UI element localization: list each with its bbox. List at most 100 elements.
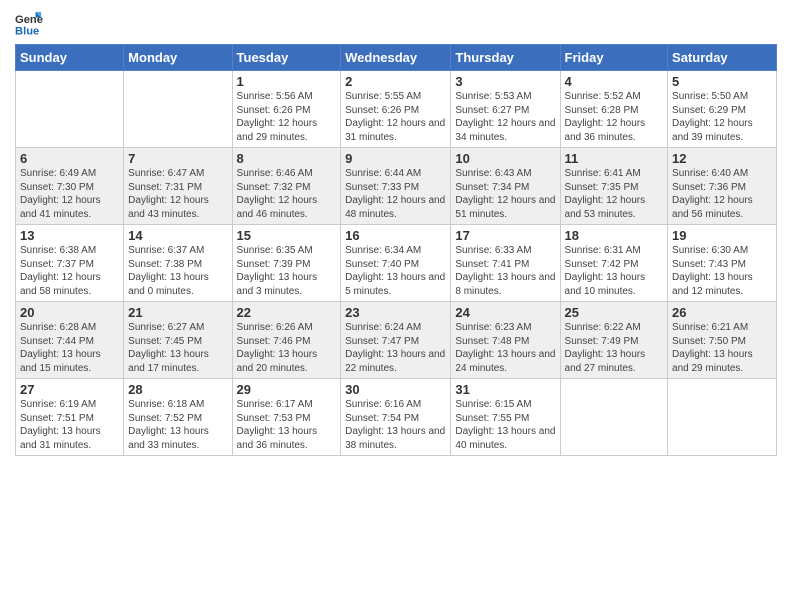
page: General Blue SundayMondayTuesdayWednesda…	[0, 0, 792, 612]
day-info: Sunrise: 5:53 AM Sunset: 6:27 PM Dayligh…	[455, 90, 555, 144]
day-number: 28	[128, 382, 227, 397]
day-info: Sunrise: 6:38 AM Sunset: 7:37 PM Dayligh…	[20, 244, 119, 298]
day-info: Sunrise: 6:21 AM Sunset: 7:50 PM Dayligh…	[672, 321, 772, 375]
day-number: 29	[237, 382, 337, 397]
day-info: Sunrise: 6:31 AM Sunset: 7:42 PM Dayligh…	[565, 244, 664, 298]
calendar-cell: 19Sunrise: 6:30 AM Sunset: 7:43 PM Dayli…	[668, 225, 777, 302]
calendar-cell	[560, 379, 668, 456]
week-row-2: 6Sunrise: 6:49 AM Sunset: 7:30 PM Daylig…	[16, 148, 777, 225]
weekday-header-row: SundayMondayTuesdayWednesdayThursdayFrid…	[16, 45, 777, 71]
day-number: 7	[128, 151, 227, 166]
day-info: Sunrise: 6:18 AM Sunset: 7:52 PM Dayligh…	[128, 398, 227, 452]
day-info: Sunrise: 5:52 AM Sunset: 6:28 PM Dayligh…	[565, 90, 664, 144]
logo-icon: General Blue	[15, 10, 43, 38]
calendar-cell: 12Sunrise: 6:40 AM Sunset: 7:36 PM Dayli…	[668, 148, 777, 225]
day-number: 9	[345, 151, 446, 166]
calendar-cell: 7Sunrise: 6:47 AM Sunset: 7:31 PM Daylig…	[124, 148, 232, 225]
day-number: 17	[455, 228, 555, 243]
day-number: 24	[455, 305, 555, 320]
weekday-sunday: Sunday	[16, 45, 124, 71]
week-row-1: 1Sunrise: 5:56 AM Sunset: 6:26 PM Daylig…	[16, 71, 777, 148]
calendar-cell: 13Sunrise: 6:38 AM Sunset: 7:37 PM Dayli…	[16, 225, 124, 302]
calendar-cell: 23Sunrise: 6:24 AM Sunset: 7:47 PM Dayli…	[341, 302, 451, 379]
day-info: Sunrise: 6:35 AM Sunset: 7:39 PM Dayligh…	[237, 244, 337, 298]
day-info: Sunrise: 6:40 AM Sunset: 7:36 PM Dayligh…	[672, 167, 772, 221]
day-info: Sunrise: 6:33 AM Sunset: 7:41 PM Dayligh…	[455, 244, 555, 298]
calendar-cell: 26Sunrise: 6:21 AM Sunset: 7:50 PM Dayli…	[668, 302, 777, 379]
calendar-cell: 6Sunrise: 6:49 AM Sunset: 7:30 PM Daylig…	[16, 148, 124, 225]
day-number: 12	[672, 151, 772, 166]
calendar-cell	[16, 71, 124, 148]
calendar-cell: 5Sunrise: 5:50 AM Sunset: 6:29 PM Daylig…	[668, 71, 777, 148]
day-number: 20	[20, 305, 119, 320]
calendar-cell: 27Sunrise: 6:19 AM Sunset: 7:51 PM Dayli…	[16, 379, 124, 456]
weekday-monday: Monday	[124, 45, 232, 71]
day-number: 26	[672, 305, 772, 320]
calendar-table: SundayMondayTuesdayWednesdayThursdayFrid…	[15, 44, 777, 456]
day-info: Sunrise: 6:46 AM Sunset: 7:32 PM Dayligh…	[237, 167, 337, 221]
weekday-tuesday: Tuesday	[232, 45, 341, 71]
logo: General Blue	[15, 10, 49, 38]
calendar-cell: 9Sunrise: 6:44 AM Sunset: 7:33 PM Daylig…	[341, 148, 451, 225]
day-number: 31	[455, 382, 555, 397]
day-number: 5	[672, 74, 772, 89]
weekday-wednesday: Wednesday	[341, 45, 451, 71]
calendar-cell: 15Sunrise: 6:35 AM Sunset: 7:39 PM Dayli…	[232, 225, 341, 302]
day-number: 15	[237, 228, 337, 243]
day-info: Sunrise: 6:30 AM Sunset: 7:43 PM Dayligh…	[672, 244, 772, 298]
day-info: Sunrise: 5:56 AM Sunset: 6:26 PM Dayligh…	[237, 90, 337, 144]
day-info: Sunrise: 5:55 AM Sunset: 6:26 PM Dayligh…	[345, 90, 446, 144]
weekday-saturday: Saturday	[668, 45, 777, 71]
calendar-cell: 10Sunrise: 6:43 AM Sunset: 7:34 PM Dayli…	[451, 148, 560, 225]
day-number: 27	[20, 382, 119, 397]
day-number: 8	[237, 151, 337, 166]
calendar-cell: 3Sunrise: 5:53 AM Sunset: 6:27 PM Daylig…	[451, 71, 560, 148]
calendar-cell: 11Sunrise: 6:41 AM Sunset: 7:35 PM Dayli…	[560, 148, 668, 225]
day-info: Sunrise: 6:15 AM Sunset: 7:55 PM Dayligh…	[455, 398, 555, 452]
day-info: Sunrise: 6:27 AM Sunset: 7:45 PM Dayligh…	[128, 321, 227, 375]
day-number: 18	[565, 228, 664, 243]
day-info: Sunrise: 5:50 AM Sunset: 6:29 PM Dayligh…	[672, 90, 772, 144]
day-number: 14	[128, 228, 227, 243]
calendar-cell: 16Sunrise: 6:34 AM Sunset: 7:40 PM Dayli…	[341, 225, 451, 302]
calendar-cell: 22Sunrise: 6:26 AM Sunset: 7:46 PM Dayli…	[232, 302, 341, 379]
day-number: 16	[345, 228, 446, 243]
calendar-cell: 18Sunrise: 6:31 AM Sunset: 7:42 PM Dayli…	[560, 225, 668, 302]
calendar-cell: 21Sunrise: 6:27 AM Sunset: 7:45 PM Dayli…	[124, 302, 232, 379]
calendar-cell: 1Sunrise: 5:56 AM Sunset: 6:26 PM Daylig…	[232, 71, 341, 148]
day-info: Sunrise: 6:16 AM Sunset: 7:54 PM Dayligh…	[345, 398, 446, 452]
day-number: 13	[20, 228, 119, 243]
calendar-cell: 8Sunrise: 6:46 AM Sunset: 7:32 PM Daylig…	[232, 148, 341, 225]
calendar-cell: 25Sunrise: 6:22 AM Sunset: 7:49 PM Dayli…	[560, 302, 668, 379]
day-info: Sunrise: 6:43 AM Sunset: 7:34 PM Dayligh…	[455, 167, 555, 221]
day-number: 4	[565, 74, 664, 89]
day-info: Sunrise: 6:41 AM Sunset: 7:35 PM Dayligh…	[565, 167, 664, 221]
day-number: 1	[237, 74, 337, 89]
day-number: 3	[455, 74, 555, 89]
day-info: Sunrise: 6:22 AM Sunset: 7:49 PM Dayligh…	[565, 321, 664, 375]
day-info: Sunrise: 6:44 AM Sunset: 7:33 PM Dayligh…	[345, 167, 446, 221]
calendar-cell: 29Sunrise: 6:17 AM Sunset: 7:53 PM Dayli…	[232, 379, 341, 456]
week-row-4: 20Sunrise: 6:28 AM Sunset: 7:44 PM Dayli…	[16, 302, 777, 379]
day-info: Sunrise: 6:37 AM Sunset: 7:38 PM Dayligh…	[128, 244, 227, 298]
svg-text:Blue: Blue	[15, 25, 39, 37]
calendar-cell: 14Sunrise: 6:37 AM Sunset: 7:38 PM Dayli…	[124, 225, 232, 302]
calendar-cell: 2Sunrise: 5:55 AM Sunset: 6:26 PM Daylig…	[341, 71, 451, 148]
day-info: Sunrise: 6:26 AM Sunset: 7:46 PM Dayligh…	[237, 321, 337, 375]
day-number: 22	[237, 305, 337, 320]
day-info: Sunrise: 6:28 AM Sunset: 7:44 PM Dayligh…	[20, 321, 119, 375]
calendar-cell: 31Sunrise: 6:15 AM Sunset: 7:55 PM Dayli…	[451, 379, 560, 456]
calendar-cell: 17Sunrise: 6:33 AM Sunset: 7:41 PM Dayli…	[451, 225, 560, 302]
calendar-cell	[124, 71, 232, 148]
day-number: 6	[20, 151, 119, 166]
day-number: 2	[345, 74, 446, 89]
day-info: Sunrise: 6:47 AM Sunset: 7:31 PM Dayligh…	[128, 167, 227, 221]
day-number: 11	[565, 151, 664, 166]
day-number: 19	[672, 228, 772, 243]
day-info: Sunrise: 6:17 AM Sunset: 7:53 PM Dayligh…	[237, 398, 337, 452]
week-row-5: 27Sunrise: 6:19 AM Sunset: 7:51 PM Dayli…	[16, 379, 777, 456]
header: General Blue	[15, 10, 777, 38]
day-info: Sunrise: 6:34 AM Sunset: 7:40 PM Dayligh…	[345, 244, 446, 298]
day-number: 25	[565, 305, 664, 320]
calendar-cell: 24Sunrise: 6:23 AM Sunset: 7:48 PM Dayli…	[451, 302, 560, 379]
